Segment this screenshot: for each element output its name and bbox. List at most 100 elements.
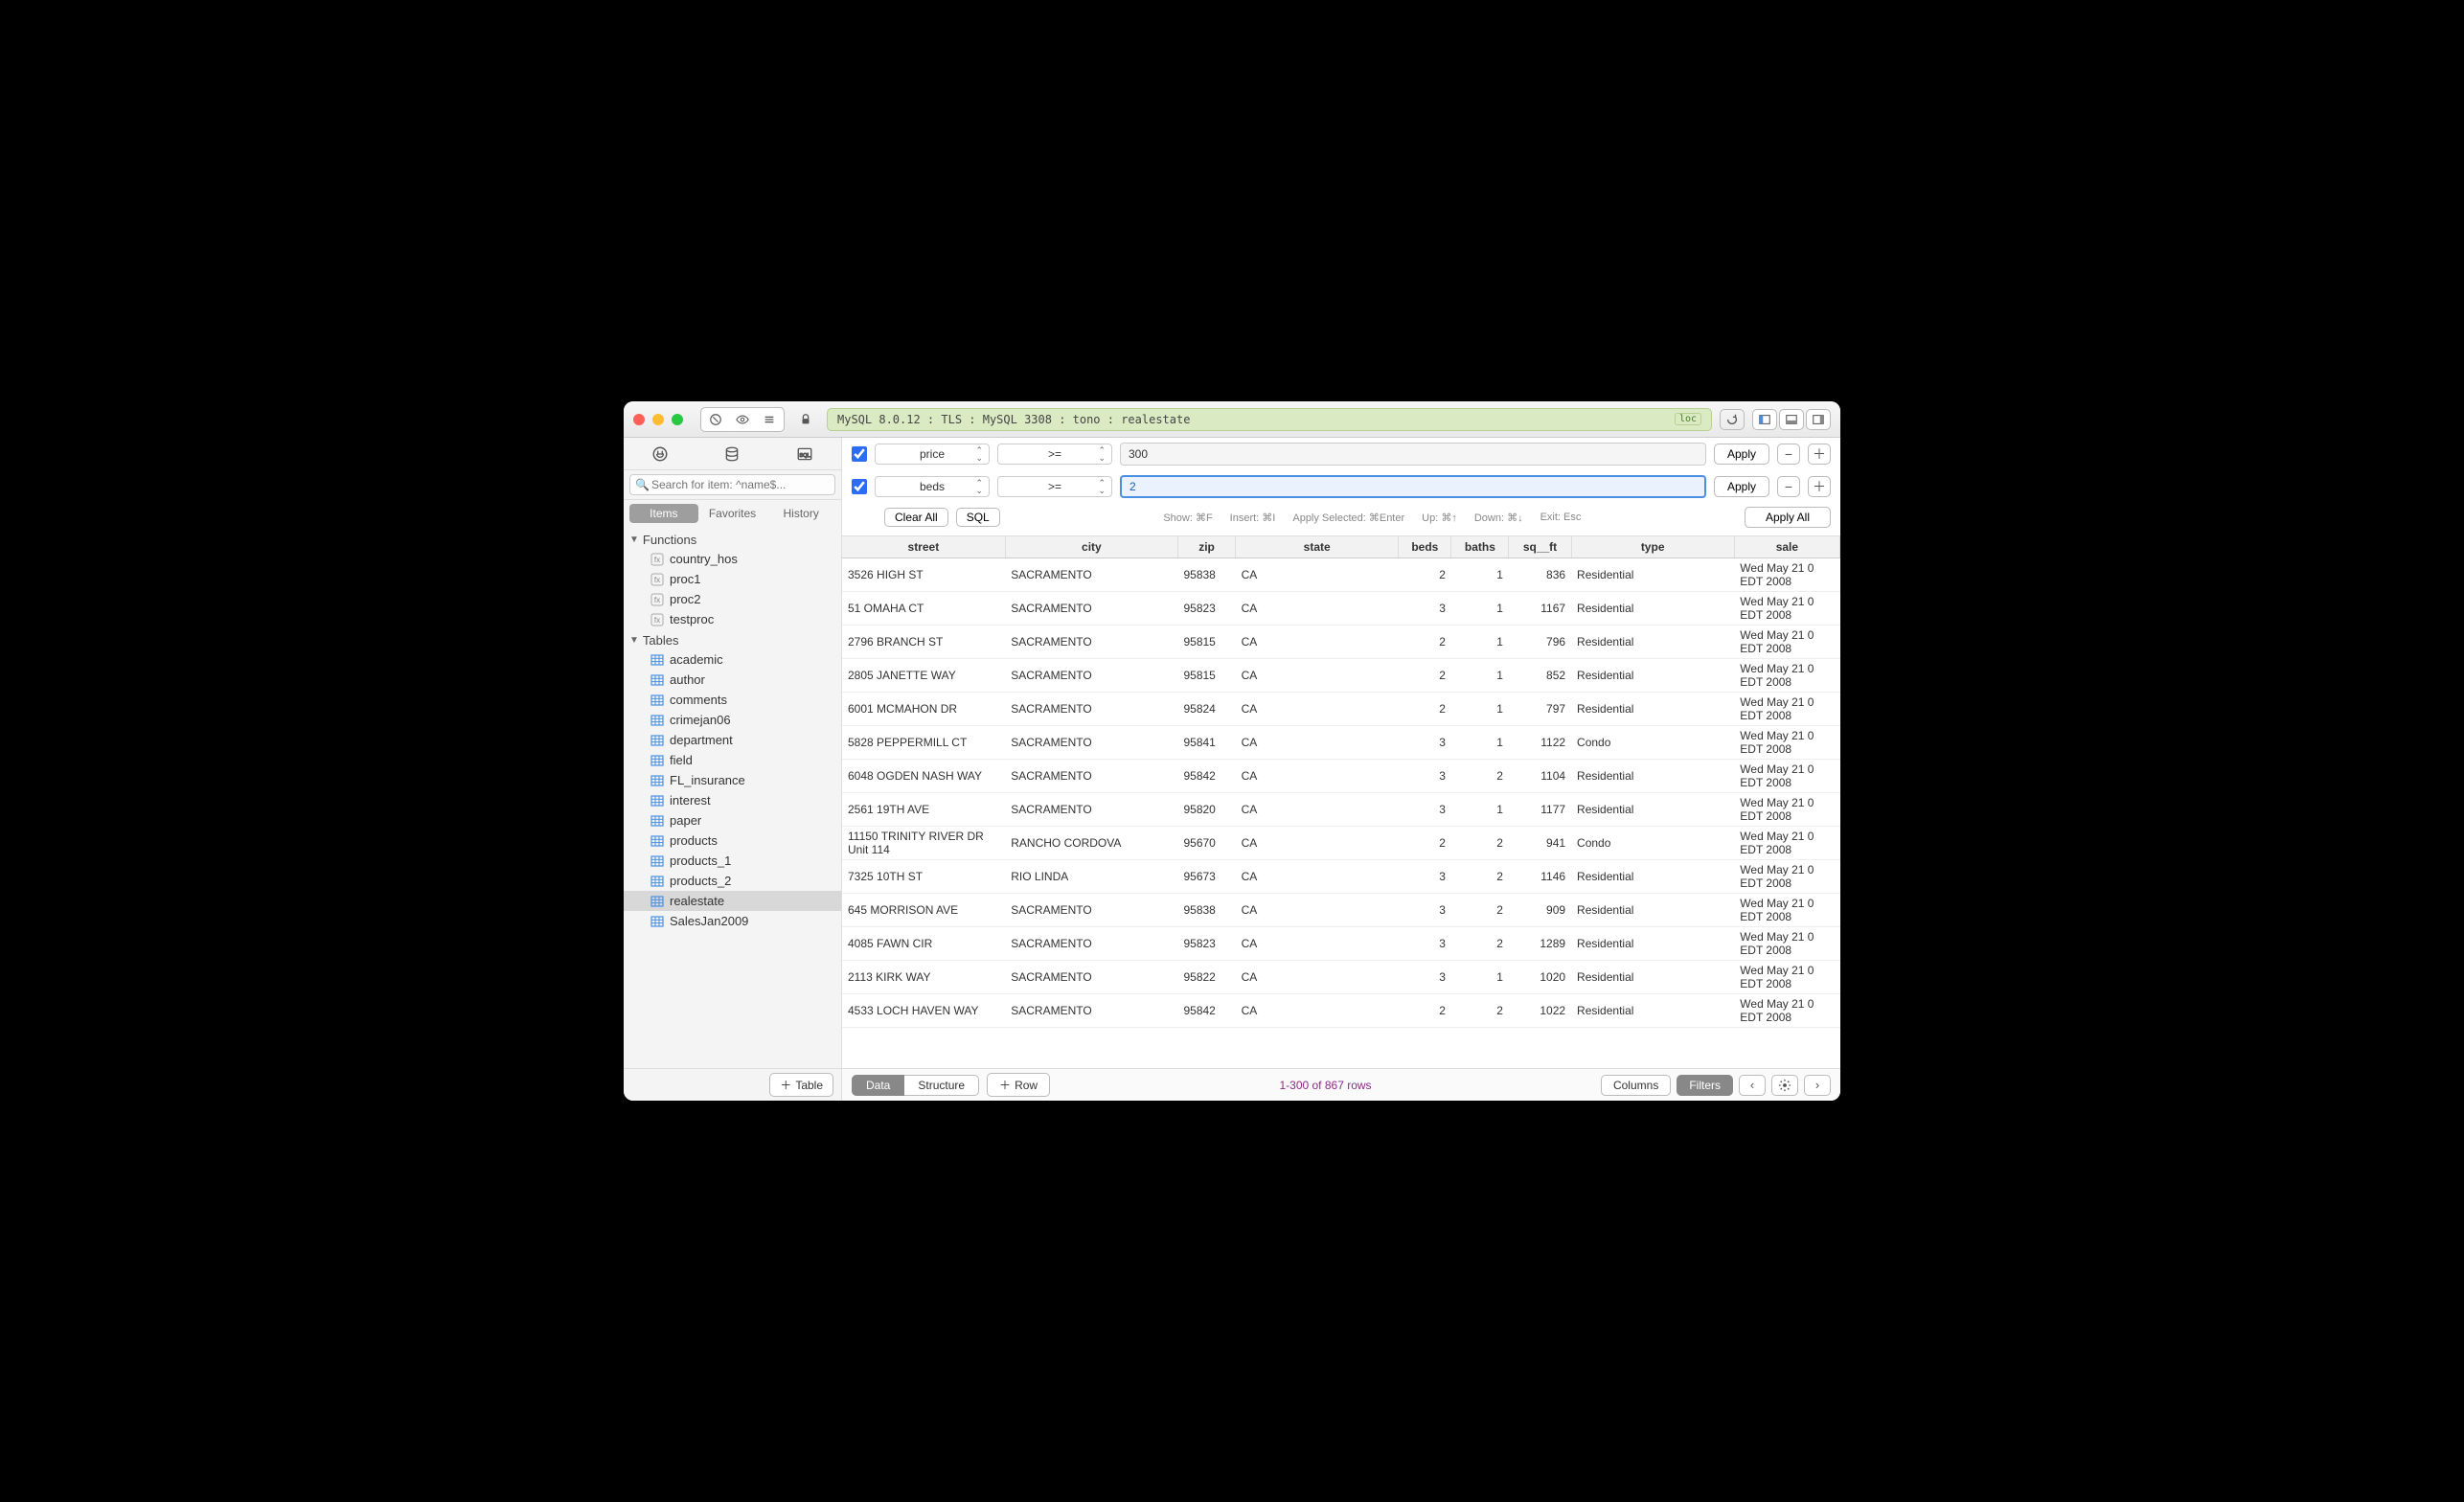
table-cell[interactable]: CA (1236, 927, 1399, 961)
table-cell[interactable]: SACRAMENTO (1005, 793, 1177, 827)
table-cell[interactable]: 95670 (1177, 827, 1235, 860)
apply-filter-button[interactable]: Apply (1714, 444, 1769, 465)
left-panel-toggle[interactable] (1752, 409, 1777, 430)
table-cell[interactable]: SACRAMENTO (1005, 927, 1177, 961)
table-cell[interactable]: CA (1236, 961, 1399, 994)
sidebar-item-table[interactable]: crimejan06 (624, 710, 841, 730)
remove-filter-button[interactable]: − (1777, 444, 1800, 465)
filter-column-select[interactable]: beds⌃⌄ (875, 476, 990, 497)
stop-icon[interactable] (703, 410, 728, 429)
table-cell[interactable]: 645 MORRISON AVE (842, 894, 1005, 927)
table-cell[interactable]: Residential (1571, 693, 1734, 726)
sidebar-item-table[interactable]: department (624, 730, 841, 750)
table-cell[interactable]: Wed May 21 0 EDT 2008 (1734, 558, 1839, 592)
table-cell[interactable]: 3 (1399, 961, 1451, 994)
table-cell[interactable]: CA (1236, 659, 1399, 693)
add-row-button[interactable]: ＋Row (987, 1073, 1050, 1097)
table-cell[interactable]: SACRAMENTO (1005, 760, 1177, 793)
add-filter-button[interactable]: ＋ (1808, 444, 1831, 465)
apply-filter-button[interactable]: Apply (1714, 476, 1769, 497)
table-cell[interactable]: Residential (1571, 994, 1734, 1028)
sidebar-item-table[interactable]: products_1 (624, 851, 841, 871)
table-row[interactable]: 6048 OGDEN NASH WAYSACRAMENTO95842CA3211… (842, 760, 1840, 793)
table-cell[interactable]: 1167 (1509, 592, 1571, 626)
table-cell[interactable]: RANCHO CORDOVA (1005, 827, 1177, 860)
table-cell[interactable]: 3 (1399, 760, 1451, 793)
add-filter-button[interactable]: ＋ (1808, 476, 1831, 497)
table-cell[interactable]: 836 (1509, 558, 1571, 592)
table-cell[interactable]: 2 (1399, 626, 1451, 659)
table-cell[interactable]: SACRAMENTO (1005, 894, 1177, 927)
table-cell[interactable]: 6048 OGDEN NASH WAY (842, 760, 1005, 793)
table-cell[interactable]: SACRAMENTO (1005, 659, 1177, 693)
table-cell[interactable]: 1 (1451, 726, 1509, 760)
sql-icon[interactable]: SQL (791, 444, 818, 465)
sidebar-tab-history[interactable]: History (766, 504, 835, 523)
filter-column-select[interactable]: price⌃⌄ (875, 444, 990, 465)
table-cell[interactable]: 1020 (1509, 961, 1571, 994)
table-cell[interactable]: 95842 (1177, 994, 1235, 1028)
refresh-button[interactable] (1720, 409, 1745, 430)
table-cell[interactable]: 1 (1451, 693, 1509, 726)
table-row[interactable]: 2561 19TH AVESACRAMENTO95820CA311177Resi… (842, 793, 1840, 827)
sidebar-item-table[interactable]: comments (624, 690, 841, 710)
table-cell[interactable]: 4533 LOCH HAVEN WAY (842, 994, 1005, 1028)
table-cell[interactable]: 2 (1451, 760, 1509, 793)
column-header[interactable]: sale (1734, 536, 1839, 558)
column-header[interactable]: type (1571, 536, 1734, 558)
table-cell[interactable]: 3 (1399, 927, 1451, 961)
sidebar-item-function[interactable]: fxtestproc (624, 609, 841, 629)
table-cell[interactable]: 95841 (1177, 726, 1235, 760)
table-cell[interactable]: 95823 (1177, 927, 1235, 961)
table-cell[interactable]: SACRAMENTO (1005, 994, 1177, 1028)
table-scroll[interactable]: streetcityzipstatebedsbathssq__fttypesal… (842, 536, 1840, 1068)
table-cell[interactable]: 2561 19TH AVE (842, 793, 1005, 827)
table-cell[interactable]: 852 (1509, 659, 1571, 693)
table-cell[interactable]: Wed May 21 0 EDT 2008 (1734, 592, 1839, 626)
sql-button[interactable]: SQL (956, 508, 1000, 527)
table-cell[interactable]: Residential (1571, 659, 1734, 693)
table-cell[interactable]: 1 (1451, 793, 1509, 827)
table-row[interactable]: 7325 10TH STRIO LINDA95673CA321146Reside… (842, 860, 1840, 894)
table-cell[interactable]: 2 (1451, 994, 1509, 1028)
table-cell[interactable]: CA (1236, 793, 1399, 827)
table-cell[interactable]: 95842 (1177, 760, 1235, 793)
table-cell[interactable]: 95815 (1177, 626, 1235, 659)
sidebar-item-table[interactable]: realestate (624, 891, 841, 911)
sidebar-search-input[interactable] (629, 474, 835, 495)
table-cell[interactable]: CA (1236, 693, 1399, 726)
sidebar-item-table[interactable]: academic (624, 649, 841, 670)
filters-button[interactable]: Filters (1677, 1075, 1733, 1096)
table-cell[interactable]: 95823 (1177, 592, 1235, 626)
table-row[interactable]: 4533 LOCH HAVEN WAYSACRAMENTO95842CA2210… (842, 994, 1840, 1028)
table-cell[interactable]: Residential (1571, 927, 1734, 961)
column-header[interactable]: beds (1399, 536, 1451, 558)
sidebar-item-function[interactable]: fxproc1 (624, 569, 841, 589)
table-cell[interactable]: 95824 (1177, 693, 1235, 726)
sidebar-item-table[interactable]: products_2 (624, 871, 841, 891)
column-header[interactable]: sq__ft (1509, 536, 1571, 558)
column-header[interactable]: state (1236, 536, 1399, 558)
table-cell[interactable]: 2113 KIRK WAY (842, 961, 1005, 994)
table-cell[interactable]: 941 (1509, 827, 1571, 860)
sidebar-item-table[interactable]: products (624, 831, 841, 851)
gear-icon[interactable] (1771, 1075, 1798, 1096)
table-cell[interactable]: 1 (1451, 961, 1509, 994)
table-cell[interactable]: Wed May 21 0 EDT 2008 (1734, 994, 1839, 1028)
table-row[interactable]: 2805 JANETTE WAYSACRAMENTO95815CA21852Re… (842, 659, 1840, 693)
table-cell[interactable]: 2 (1451, 860, 1509, 894)
table-cell[interactable]: SACRAMENTO (1005, 693, 1177, 726)
table-cell[interactable]: CA (1236, 827, 1399, 860)
remove-filter-button[interactable]: − (1777, 476, 1800, 497)
filter-enabled-checkbox[interactable] (852, 446, 867, 462)
plug-icon[interactable] (647, 444, 673, 465)
table-cell[interactable]: Wed May 21 0 EDT 2008 (1734, 793, 1839, 827)
table-cell[interactable]: 1177 (1509, 793, 1571, 827)
minimize-window-button[interactable] (652, 414, 664, 425)
table-cell[interactable]: 4085 FAWN CIR (842, 927, 1005, 961)
table-cell[interactable]: 95815 (1177, 659, 1235, 693)
table-cell[interactable]: 1146 (1509, 860, 1571, 894)
table-row[interactable]: 6001 MCMAHON DRSACRAMENTO95824CA21797Res… (842, 693, 1840, 726)
table-row[interactable]: 51 OMAHA CTSACRAMENTO95823CA311167Reside… (842, 592, 1840, 626)
table-cell[interactable]: Wed May 21 0 EDT 2008 (1734, 659, 1839, 693)
